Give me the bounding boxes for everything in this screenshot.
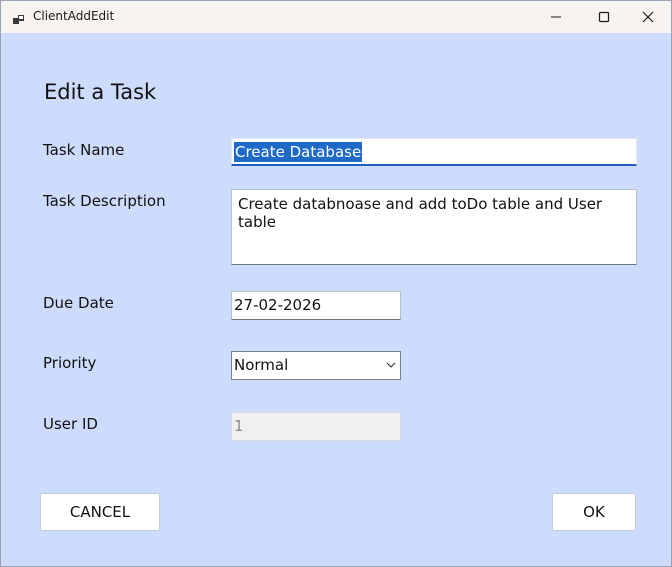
form-heading: Edit a Task — [44, 80, 157, 104]
cancel-button[interactable]: CANCEL — [40, 493, 160, 531]
task-name-value: Create Database — [234, 142, 363, 162]
task-description-value: Create databnoase and add toDo table and… — [238, 195, 603, 231]
user-id-input: 1 — [231, 412, 401, 441]
app-window-icon — [13, 11, 25, 24]
client-add-edit-window: ClientAddEdit Edit a Task Task Name Crea… — [0, 0, 672, 567]
close-icon — [642, 11, 654, 23]
due-date-input[interactable]: 27-02-2026 — [231, 291, 401, 320]
task-name-input[interactable]: Create Database — [231, 138, 637, 166]
maximize-button[interactable] — [581, 1, 627, 33]
user-id-label: User ID — [43, 415, 98, 433]
task-description-input[interactable]: Create databnoase and add toDo table and… — [231, 189, 637, 265]
priority-label: Priority — [43, 354, 97, 372]
priority-selected-value: Normal — [234, 356, 289, 374]
title-bar[interactable]: ClientAddEdit — [1, 1, 671, 33]
window-title: ClientAddEdit — [33, 9, 115, 23]
close-button[interactable] — [625, 1, 671, 33]
minimize-button[interactable] — [533, 1, 579, 33]
user-id-value: 1 — [234, 417, 244, 435]
maximize-icon — [598, 11, 610, 23]
task-name-label: Task Name — [43, 141, 125, 159]
minimize-icon — [551, 16, 561, 18]
due-date-label: Due Date — [43, 294, 114, 312]
chevron-down-icon — [386, 362, 396, 368]
due-date-value: 27-02-2026 — [234, 296, 322, 314]
task-description-label: Task Description — [43, 192, 166, 210]
ok-button[interactable]: OK — [552, 493, 636, 531]
priority-dropdown[interactable]: Normal — [231, 351, 401, 380]
